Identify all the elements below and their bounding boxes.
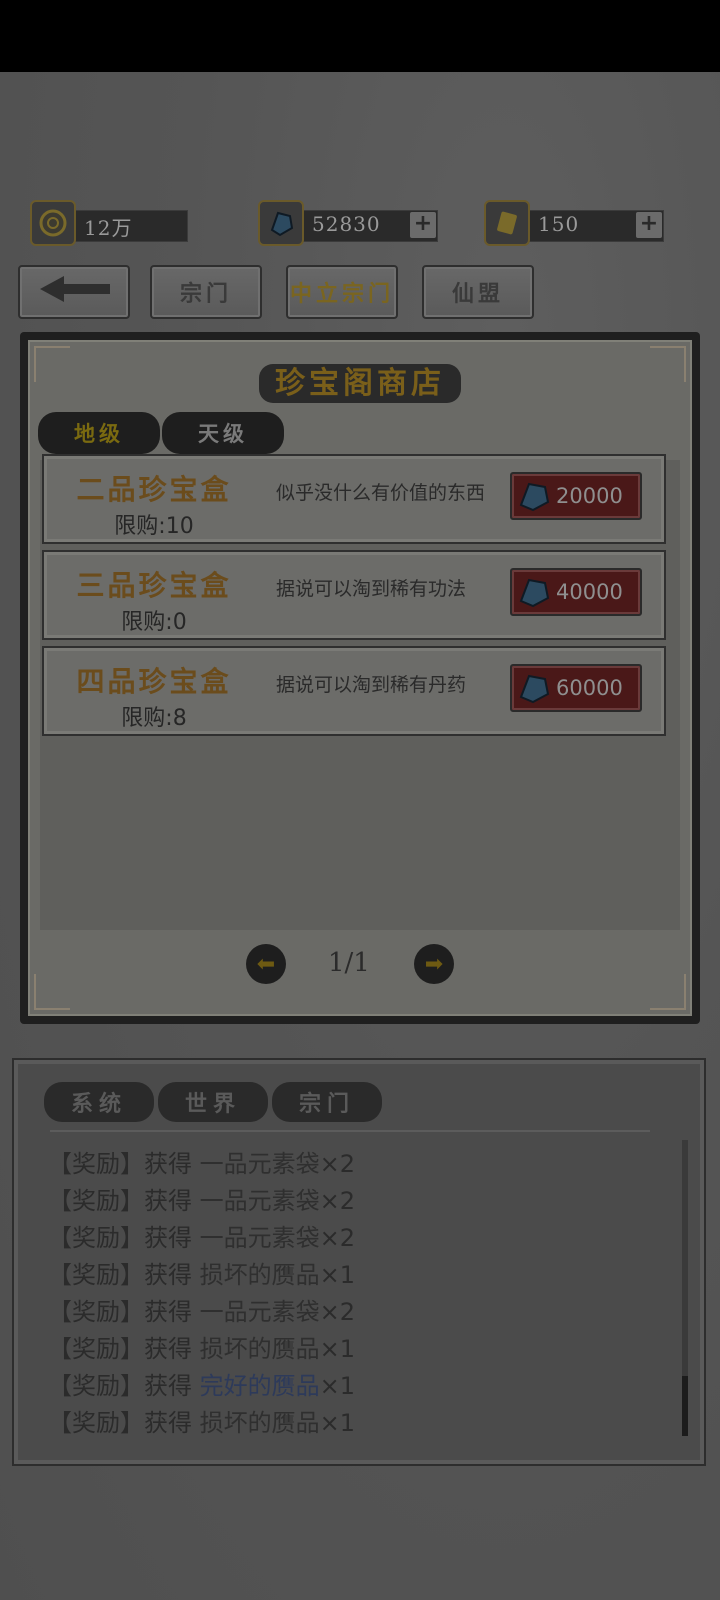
scroll-icon <box>484 200 530 246</box>
item-price: 40000 <box>556 580 623 604</box>
item-description: 据说可以淘到稀有丹药 <box>276 674 467 696</box>
back-arrow-icon <box>34 274 114 310</box>
list-item: 四品珍宝盒 限购:8 据说可以淘到稀有丹药 60000 <box>42 646 666 736</box>
item-description: 似乎没什么有价值的东西 <box>276 482 486 504</box>
chat-scrollbar[interactable] <box>682 1140 688 1436</box>
chat-panel: 系统 世界 宗门 【奖励】获得 一品元素袋×2 【奖励】获得 一品元素袋×2 【… <box>12 1058 706 1466</box>
item-price: 60000 <box>556 676 623 700</box>
item-limit: 限购:8 <box>121 706 187 731</box>
list-item: 二品珍宝盒 限购:10 似乎没什么有价值的东西 20000 <box>42 454 666 544</box>
chat-message: 【奖励】获得 一品元素袋×2 <box>48 1187 356 1215</box>
item-name: 四品珍宝盒 <box>76 665 232 698</box>
gem-icon <box>519 578 550 608</box>
add-scroll-button[interactable]: + <box>636 212 662 238</box>
tab-system[interactable]: 系统 <box>44 1082 154 1122</box>
tab-sect[interactable]: 宗门 <box>272 1082 382 1122</box>
gem-icon <box>258 200 304 246</box>
currency-gem: 52830 + <box>258 200 443 246</box>
page-indicator: 1/1 <box>328 948 370 978</box>
item-price: 20000 <box>556 484 623 508</box>
chat-message: 【奖励】获得 完好的赝品×1 <box>48 1372 356 1400</box>
status-bar <box>0 0 720 72</box>
chat-message: 【奖励】获得 损坏的赝品×1 <box>48 1261 356 1289</box>
nav-alliance-button[interactable]: 仙盟 <box>422 265 534 319</box>
gem-value: 52830 <box>312 212 381 236</box>
buy-button[interactable]: 40000 <box>510 568 642 616</box>
prev-page-icon: ⬅ <box>256 951 276 977</box>
scroll-value: 150 <box>538 212 580 236</box>
add-gem-button[interactable]: + <box>410 212 436 238</box>
nav-mid-sect-button[interactable]: 中立宗门 <box>286 265 398 319</box>
coin-value: 12万 <box>84 216 133 240</box>
tab-world[interactable]: 世界 <box>158 1082 268 1122</box>
divider <box>50 1130 650 1132</box>
chat-message: 【奖励】获得 一品元素袋×2 <box>48 1298 356 1326</box>
scrollbar-thumb[interactable] <box>682 1376 688 1436</box>
chat-message: 【奖励】获得 损坏的赝品×1 <box>48 1335 356 1363</box>
item-limit: 限购:10 <box>114 514 194 539</box>
buy-button[interactable]: 20000 <box>510 472 642 520</box>
currency-coin: 12万 <box>30 200 190 246</box>
nav-sect-button[interactable]: 宗门 <box>150 265 262 319</box>
corner-ornament <box>650 974 686 1010</box>
coin-icon <box>30 200 76 246</box>
tab-heaven-grade[interactable]: 天级 <box>162 412 284 454</box>
chat-message: 【奖励】获得 一品元素袋×2 <box>48 1224 356 1252</box>
gem-icon <box>519 482 550 512</box>
item-name: 二品珍宝盒 <box>76 473 232 506</box>
shop-panel: 珍宝阁商店 地级 天级 二品珍宝盒 限购:10 似乎没什么有价值的东西 2000… <box>20 332 700 1024</box>
list-item: 三品珍宝盒 限购:0 据说可以淘到稀有功法 40000 <box>42 550 666 640</box>
item-name: 三品珍宝盒 <box>76 569 232 602</box>
item-limit: 限购:0 <box>121 610 187 635</box>
corner-ornament <box>34 974 70 1010</box>
back-button[interactable] <box>18 265 130 319</box>
chat-message: 【奖励】获得 损坏的赝品×1 <box>48 1409 356 1437</box>
currency-scroll: 150 + <box>484 200 669 246</box>
prev-page-button[interactable]: ⬅ <box>246 944 286 984</box>
gem-icon <box>519 674 550 704</box>
message-list: 【奖励】获得 一品元素袋×2 【奖励】获得 一品元素袋×2 【奖励】获得 一品元… <box>48 1144 648 1440</box>
next-page-button[interactable]: ➡ <box>414 944 454 984</box>
next-page-icon: ➡ <box>424 951 444 977</box>
item-description: 据说可以淘到稀有功法 <box>276 578 467 600</box>
shop-title: 珍宝阁商店 <box>20 358 700 403</box>
tab-earth-grade[interactable]: 地级 <box>38 412 160 454</box>
chat-message: 【奖励】获得 一品元素袋×2 <box>48 1150 356 1178</box>
buy-button[interactable]: 60000 <box>510 664 642 712</box>
